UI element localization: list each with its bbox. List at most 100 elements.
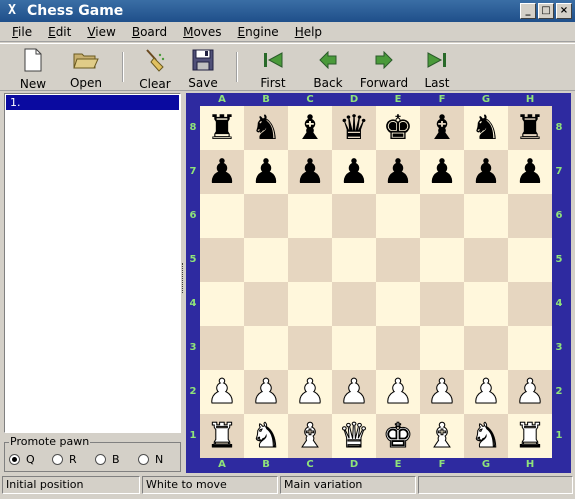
menu-board[interactable]: Board: [124, 25, 175, 39]
square-f3[interactable]: [420, 326, 464, 370]
first-button[interactable]: First: [246, 44, 300, 90]
white-king-icon[interactable]: ♚: [382, 419, 414, 454]
square-e1[interactable]: ♚: [376, 414, 420, 458]
black-pawn-icon[interactable]: ♟: [339, 155, 369, 189]
white-pawn-icon[interactable]: ♟: [338, 375, 370, 410]
square-a5[interactable]: [200, 238, 244, 282]
square-b4[interactable]: [244, 282, 288, 326]
white-rook-icon[interactable]: ♜: [514, 419, 546, 454]
promote-rook-radio[interactable]: R: [52, 453, 95, 466]
square-b8[interactable]: ♞: [244, 106, 288, 150]
white-queen-icon[interactable]: ♛: [338, 419, 370, 454]
square-f4[interactable]: [420, 282, 464, 326]
square-c7[interactable]: ♟: [288, 150, 332, 194]
square-h4[interactable]: [508, 282, 552, 326]
square-b3[interactable]: [244, 326, 288, 370]
square-e4[interactable]: [376, 282, 420, 326]
square-b2[interactable]: ♟: [244, 370, 288, 414]
square-g8[interactable]: ♞: [464, 106, 508, 150]
white-pawn-icon[interactable]: ♟: [514, 375, 546, 410]
square-g6[interactable]: [464, 194, 508, 238]
square-d2[interactable]: ♟: [332, 370, 376, 414]
square-h8[interactable]: ♜: [508, 106, 552, 150]
black-bishop-icon[interactable]: ♝: [295, 111, 325, 145]
white-bishop-icon[interactable]: ♝: [294, 419, 326, 454]
save-button[interactable]: Save: [178, 44, 228, 90]
square-c1[interactable]: ♝: [288, 414, 332, 458]
square-h3[interactable]: [508, 326, 552, 370]
square-g4[interactable]: [464, 282, 508, 326]
square-f2[interactable]: ♟: [420, 370, 464, 414]
square-b7[interactable]: ♟: [244, 150, 288, 194]
black-knight-icon[interactable]: ♞: [471, 111, 501, 145]
square-d6[interactable]: [332, 194, 376, 238]
square-a6[interactable]: [200, 194, 244, 238]
square-f1[interactable]: ♝: [420, 414, 464, 458]
black-pawn-icon[interactable]: ♟: [427, 155, 457, 189]
white-pawn-icon[interactable]: ♟: [250, 375, 282, 410]
black-queen-icon[interactable]: ♛: [339, 111, 369, 145]
square-f6[interactable]: [420, 194, 464, 238]
white-pawn-icon[interactable]: ♟: [426, 375, 458, 410]
white-pawn-icon[interactable]: ♟: [206, 375, 238, 410]
square-a8[interactable]: ♜: [200, 106, 244, 150]
black-pawn-icon[interactable]: ♟: [251, 155, 281, 189]
square-b6[interactable]: [244, 194, 288, 238]
white-pawn-icon[interactable]: ♟: [382, 375, 414, 410]
square-h2[interactable]: ♟: [508, 370, 552, 414]
last-button[interactable]: Last: [412, 44, 462, 90]
square-e6[interactable]: [376, 194, 420, 238]
square-h5[interactable]: [508, 238, 552, 282]
square-g3[interactable]: [464, 326, 508, 370]
square-g5[interactable]: [464, 238, 508, 282]
black-pawn-icon[interactable]: ♟: [207, 155, 237, 189]
maximize-button[interactable]: □: [538, 3, 554, 19]
square-e7[interactable]: ♟: [376, 150, 420, 194]
square-a2[interactable]: ♟: [200, 370, 244, 414]
chess-board[interactable]: ♜ ♞ ♝ ♛ ♚ ♝ ♞ ♜ ♟ ♟ ♟ ♟ ♟ ♟ ♟ ♟ ♟ ♟ ♟ ♟ ♟ ♟ ♟ ♟ ♜ ♞ ♝ ♛ ♚ ♝ ♞ ♜: [200, 106, 552, 458]
square-h7[interactable]: ♟: [508, 150, 552, 194]
minimize-button[interactable]: _: [520, 3, 536, 19]
black-pawn-icon[interactable]: ♟: [295, 155, 325, 189]
square-f5[interactable]: [420, 238, 464, 282]
white-pawn-icon[interactable]: ♟: [294, 375, 326, 410]
panel-splitter[interactable]: [182, 93, 185, 473]
square-d5[interactable]: [332, 238, 376, 282]
white-rook-icon[interactable]: ♜: [206, 419, 238, 454]
black-pawn-icon[interactable]: ♟: [471, 155, 501, 189]
square-d7[interactable]: ♟: [332, 150, 376, 194]
square-c4[interactable]: [288, 282, 332, 326]
back-button[interactable]: Back: [300, 44, 356, 90]
black-bishop-icon[interactable]: ♝: [427, 111, 457, 145]
move-list-item[interactable]: 1.: [6, 95, 179, 110]
black-knight-icon[interactable]: ♞: [251, 111, 281, 145]
black-pawn-icon[interactable]: ♟: [515, 155, 545, 189]
square-f7[interactable]: ♟: [420, 150, 464, 194]
menu-edit[interactable]: Edit: [40, 25, 79, 39]
move-list[interactable]: 1.: [4, 93, 181, 433]
square-e2[interactable]: ♟: [376, 370, 420, 414]
square-f8[interactable]: ♝: [420, 106, 464, 150]
black-pawn-icon[interactable]: ♟: [383, 155, 413, 189]
white-bishop-icon[interactable]: ♝: [426, 419, 458, 454]
white-pawn-icon[interactable]: ♟: [470, 375, 502, 410]
app-icon[interactable]: X: [3, 2, 21, 20]
forward-button[interactable]: Forward: [356, 44, 412, 90]
square-a3[interactable]: [200, 326, 244, 370]
menu-file[interactable]: File: [4, 25, 40, 39]
promote-bishop-radio[interactable]: B: [95, 453, 138, 466]
square-c2[interactable]: ♟: [288, 370, 332, 414]
square-c3[interactable]: [288, 326, 332, 370]
menu-view[interactable]: View: [79, 25, 123, 39]
square-h1[interactable]: ♜: [508, 414, 552, 458]
new-button[interactable]: New: [8, 44, 58, 91]
title-bar[interactable]: X Chess Game _ □ ×: [0, 0, 575, 22]
promote-queen-radio[interactable]: Q: [9, 453, 52, 466]
menu-help[interactable]: Help: [287, 25, 330, 39]
square-b1[interactable]: ♞: [244, 414, 288, 458]
menu-moves[interactable]: Moves: [175, 25, 229, 39]
square-a7[interactable]: ♟: [200, 150, 244, 194]
promote-knight-radio[interactable]: N: [138, 453, 181, 466]
open-button[interactable]: Open: [58, 44, 114, 90]
square-e8[interactable]: ♚: [376, 106, 420, 150]
